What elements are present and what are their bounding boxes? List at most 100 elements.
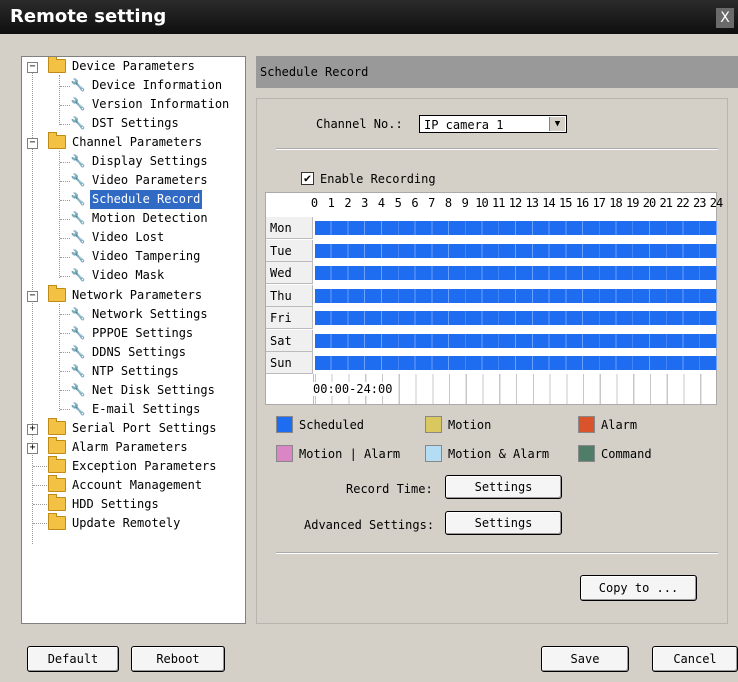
scheduled-bar[interactable]	[315, 311, 717, 325]
tree-video-lost[interactable]: 🔧 Video Lost	[70, 228, 166, 247]
tree-alarm-parameters[interactable]: Alarm Parameters	[48, 436, 190, 457]
tree-device-parameters[interactable]: Device Parameters	[48, 57, 197, 76]
settings-tree: − Device Parameters 🔧 Device Information …	[21, 56, 246, 624]
wrench-icon: 🔧	[70, 364, 86, 378]
day-label: Wed	[266, 262, 313, 284]
scheduled-bar[interactable]	[315, 356, 717, 370]
tree-display-settings[interactable]: 🔧 Display Settings	[70, 152, 210, 171]
wrench-icon: 🔧	[70, 326, 86, 340]
time-range: 00:00-24:00	[311, 382, 395, 396]
hour-label: 1	[327, 196, 335, 210]
wrench-icon: 🔧	[70, 116, 86, 130]
day-label: Sun	[266, 352, 313, 374]
tree-pppoe-settings[interactable]: 🔧 PPPOE Settings	[70, 324, 195, 343]
tree-exception-parameters[interactable]: Exception Parameters	[48, 455, 219, 476]
scheduled-bar[interactable]	[315, 333, 717, 348]
wrench-icon: 🔧	[70, 307, 86, 321]
legend-command-label: Command	[601, 447, 652, 461]
tree-video-tampering[interactable]: 🔧 Video Tampering	[70, 247, 202, 266]
separator	[276, 552, 718, 554]
day-label: Tue	[266, 239, 313, 262]
close-icon[interactable]: X	[716, 8, 734, 28]
tree-video-mask[interactable]: 🔧 Video Mask	[70, 266, 166, 285]
save-button[interactable]: Save	[541, 646, 629, 672]
expand-icon[interactable]: +	[27, 443, 38, 454]
legend-motion-or-alarm-swatch	[276, 445, 293, 462]
tree-motion-detection[interactable]: 🔧 Motion Detection	[70, 209, 210, 228]
schedule-row[interactable]: Thu	[266, 284, 717, 307]
tree-email-settings[interactable]: 🔧 E-mail Settings	[70, 400, 202, 419]
hour-label: 17	[592, 196, 606, 210]
day-label: Sat	[266, 329, 313, 352]
folder-icon	[48, 284, 66, 302]
tree-channel-parameters[interactable]: Channel Parameters	[48, 131, 204, 152]
schedule-row[interactable]: Sun	[266, 352, 717, 374]
default-button[interactable]: Default	[27, 646, 119, 672]
scheduled-bar[interactable]	[315, 266, 717, 280]
wrench-icon: 🔧	[70, 345, 86, 359]
tree-hdd-settings[interactable]: HDD Settings	[48, 493, 161, 514]
tree-device-information[interactable]: 🔧 Device Information	[70, 76, 224, 95]
wrench-icon: 🔧	[70, 230, 86, 244]
panel-header: Schedule Record	[256, 56, 738, 88]
schedule-row[interactable]: Fri	[266, 307, 717, 329]
chevron-down-icon[interactable]: ▼	[549, 117, 565, 131]
enable-recording-checkbox[interactable]: ✔	[301, 172, 314, 185]
channel-select[interactable]: IP camera 1 ▼	[419, 115, 567, 133]
tree-ddns-settings[interactable]: 🔧 DDNS Settings	[70, 343, 188, 362]
tree-network-parameters[interactable]: Network Parameters	[48, 284, 204, 305]
legend-scheduled-label: Scheduled	[299, 418, 365, 432]
expand-icon[interactable]: +	[27, 424, 38, 435]
hour-label: 16	[575, 196, 589, 210]
empty-label-cell	[266, 374, 314, 404]
hour-label: 12	[508, 196, 522, 210]
folder-icon	[48, 57, 66, 73]
hour-label: 4	[377, 196, 385, 210]
hour-label: 8	[444, 196, 452, 210]
day-label: Thu	[266, 284, 313, 307]
hour-label: 9	[461, 196, 469, 210]
schedule-row[interactable]: Wed	[266, 262, 717, 284]
folder-icon	[48, 455, 66, 473]
hour-label: 18	[609, 196, 622, 210]
tree-ntp-settings[interactable]: 🔧 NTP Settings	[70, 362, 181, 381]
scheduled-bar[interactable]	[315, 243, 717, 258]
wrench-icon: 🔧	[70, 97, 86, 111]
legend-motion-label: Motion	[448, 418, 492, 432]
hour-label: 23	[693, 196, 706, 210]
advanced-settings-label: Advanced Settings:	[304, 518, 435, 532]
legend-alarm-swatch	[578, 416, 595, 433]
collapse-icon[interactable]: −	[27, 62, 38, 73]
tree-version-information[interactable]: 🔧 Version Information	[70, 95, 231, 114]
schedule-row[interactable]: Tue	[266, 239, 717, 262]
tree-schedule-record[interactable]: 🔧 Schedule Record	[70, 190, 203, 209]
tree-update-remotely[interactable]: Update Remotely	[48, 512, 182, 533]
tree-network-settings[interactable]: 🔧 Network Settings	[70, 305, 210, 324]
tree-serial-port-settings[interactable]: Serial Port Settings	[48, 417, 219, 438]
folder-icon	[48, 474, 66, 492]
schedule-row[interactable]: Mon	[266, 217, 717, 239]
wrench-icon: 🔧	[70, 383, 86, 397]
schedule-row[interactable]: Sat	[266, 329, 717, 352]
scheduled-bar[interactable]	[315, 221, 717, 235]
channel-value: IP camera 1	[424, 118, 504, 132]
collapse-icon[interactable]: −	[27, 138, 38, 149]
record-time-settings-button[interactable]: Settings	[445, 475, 562, 499]
tree-net-disk-settings[interactable]: 🔧 Net Disk Settings	[70, 381, 217, 400]
legend-motion-and-alarm-swatch	[425, 445, 442, 462]
hour-label: 10	[475, 196, 488, 210]
tree-dst-settings[interactable]: 🔧 DST Settings	[70, 114, 181, 133]
legend-command-swatch	[578, 445, 595, 462]
advanced-settings-button[interactable]: Settings	[445, 511, 562, 535]
title-bar: Remote setting X	[0, 0, 738, 34]
copy-to-button[interactable]: Copy to ...	[580, 575, 697, 601]
cancel-button[interactable]: Cancel	[652, 646, 738, 672]
separator	[276, 148, 718, 150]
collapse-icon[interactable]: −	[27, 291, 38, 302]
scheduled-bar[interactable]	[315, 288, 717, 303]
reboot-button[interactable]: Reboot	[131, 646, 225, 672]
hour-label: 22	[676, 196, 689, 210]
tree-video-parameters[interactable]: 🔧 Video Parameters	[70, 171, 210, 190]
remote-setting-window: Remote setting X − Device Parameters 🔧 De…	[0, 0, 738, 682]
tree-account-management[interactable]: Account Management	[48, 474, 204, 495]
